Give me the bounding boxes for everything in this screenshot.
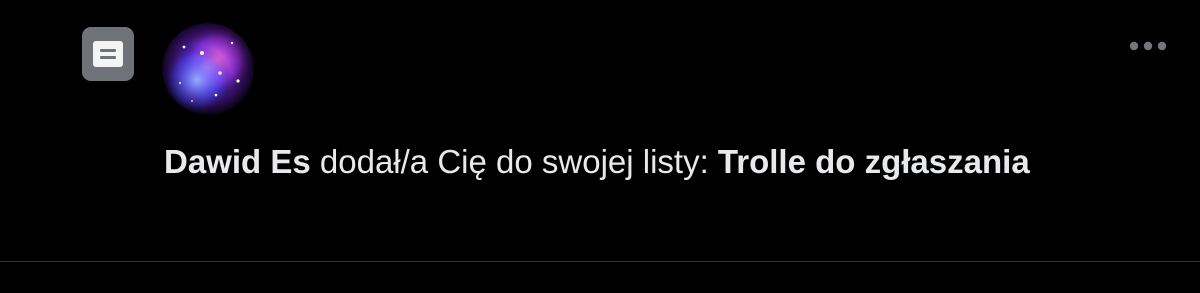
- divider: [0, 261, 1200, 262]
- notification-text: Dawid Es dodał/a Cię do swojej listy: Tr…: [164, 138, 1044, 186]
- list-icon: [82, 27, 134, 81]
- more-horizontal-icon: [1129, 41, 1167, 51]
- actor-name-link[interactable]: Dawid Es: [164, 143, 311, 180]
- list-added-notification[interactable]: Dawid Es dodał/a Cię do swojej listy: Tr…: [0, 0, 1200, 262]
- action-text: dodał/a Cię do swojej listy:: [310, 143, 718, 180]
- avatar[interactable]: [162, 23, 254, 115]
- galaxy-avatar-icon: [162, 23, 254, 115]
- more-options-button[interactable]: [1124, 28, 1172, 64]
- list-name-link[interactable]: Trolle do zgłaszania: [718, 143, 1030, 180]
